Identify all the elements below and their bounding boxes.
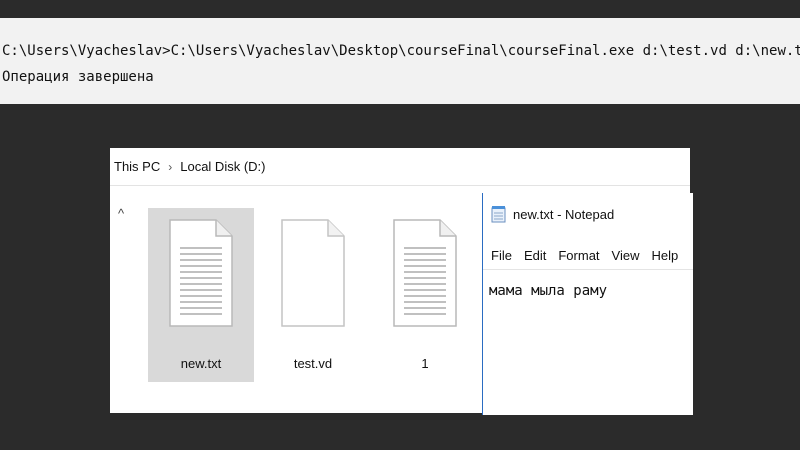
- menu-format[interactable]: Format: [558, 248, 599, 263]
- file-item-1[interactable]: 1: [372, 208, 478, 382]
- breadcrumb[interactable]: This PC › Local Disk (D:): [110, 148, 690, 186]
- menu-file[interactable]: File: [491, 248, 512, 263]
- chevron-up-icon[interactable]: ^: [118, 206, 124, 221]
- breadcrumb-local-disk[interactable]: Local Disk (D:): [180, 159, 265, 174]
- menu-help[interactable]: Help: [651, 248, 678, 263]
- file-label: test.vd: [293, 356, 333, 371]
- blank-file-icon: [281, 219, 345, 327]
- file-item-test-vd[interactable]: test.vd: [260, 208, 366, 382]
- notepad-menu-bar: File Edit Format View Help: [491, 248, 678, 263]
- notepad-title: new.txt - Notepad: [513, 206, 615, 222]
- menu-divider: [483, 269, 693, 270]
- menu-edit[interactable]: Edit: [524, 248, 546, 263]
- breadcrumb-separator-icon: ›: [168, 159, 173, 174]
- text-file-icon: [393, 219, 457, 327]
- console-command-line: C:\Users\Vyacheslav>C:\Users\Vyacheslav\…: [2, 43, 800, 59]
- menu-view[interactable]: View: [612, 248, 640, 263]
- notepad-text-area[interactable]: мама мыла раму: [489, 283, 607, 299]
- notepad-icon: [491, 206, 506, 223]
- notepad-title-bar[interactable]: new.txt - Notepad: [491, 205, 614, 223]
- text-file-icon: [169, 219, 233, 327]
- console-status-line: Операция завершена: [2, 69, 154, 85]
- console-output: C:\Users\Vyacheslav>C:\Users\Vyacheslav\…: [0, 18, 800, 104]
- notepad-window: new.txt - Notepad File Edit Format View …: [482, 193, 693, 415]
- file-label: new.txt: [180, 356, 222, 371]
- file-label: 1: [421, 356, 429, 371]
- file-item-new-txt[interactable]: new.txt: [148, 208, 254, 382]
- breadcrumb-this-pc[interactable]: This PC: [114, 159, 160, 174]
